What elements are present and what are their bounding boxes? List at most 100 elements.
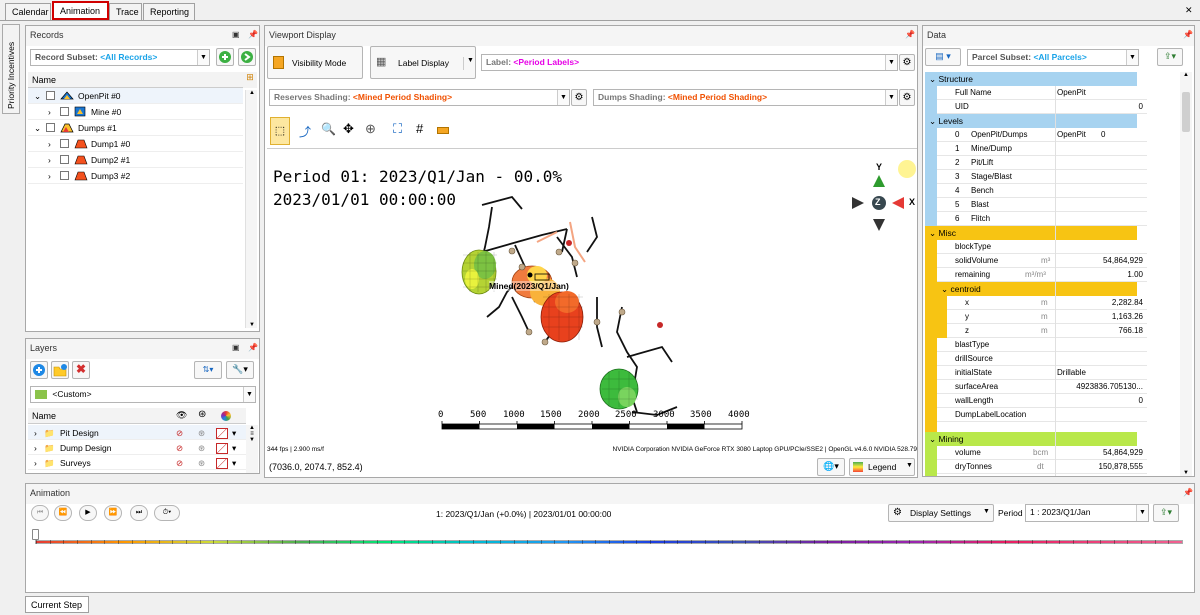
timeline-tick — [472, 540, 474, 544]
viewport-canvas[interactable]: Period 01: 2023/Q1/Jan - 00.0% 2023/01/0… — [267, 157, 917, 457]
fps-readout: 344 fps | 2.900 ms/f — [267, 446, 324, 453]
legend-button[interactable]: Legend ▼ — [849, 458, 915, 476]
timeline-tick — [1018, 540, 1020, 544]
tree-row-dump3[interactable]: › Dump3 #2 — [28, 168, 243, 184]
group-mining[interactable]: ⌄ Mining — [925, 432, 1137, 446]
step-back-button[interactable]: ⏪ — [54, 505, 72, 521]
float-icon[interactable]: ▣ — [232, 343, 240, 352]
tab-calendar[interactable]: Calendar — [5, 3, 51, 20]
playback-speed-button[interactable]: ⏱▾ — [154, 505, 180, 521]
animation-title: Animation — [26, 484, 1194, 504]
tab-reporting[interactable]: Reporting — [143, 3, 195, 20]
period-export-button[interactable]: ⇪▾ — [1153, 504, 1179, 522]
zoom-extents-icon[interactable]: ⛶ — [393, 121, 402, 137]
group-misc[interactable]: ⌄ Misc — [925, 226, 1137, 240]
timeline-tick — [704, 540, 706, 544]
data-scrollbar[interactable]: ▲ ▼ — [1180, 72, 1192, 476]
pin-icon[interactable]: 📌 — [1183, 488, 1193, 497]
layer-row-dump-design[interactable]: › 📁 Dump Design ⊘ ⊛ ▾ — [28, 440, 246, 455]
dumps-settings-button[interactable]: ⚙ — [899, 89, 915, 106]
layer-preset-combo[interactable]: <Custom> ▼ — [30, 386, 256, 403]
zoom-tool-icon[interactable]: 🔍 — [321, 122, 336, 136]
timeline-tick — [145, 540, 147, 544]
view-options-button[interactable]: 🌐▾ — [817, 458, 845, 476]
timeline-tick — [404, 540, 406, 544]
add-layer-button[interactable] — [30, 361, 48, 379]
step-forward-button[interactable]: ⏩ — [104, 505, 122, 521]
timeline-tick — [991, 540, 992, 544]
timeline-tick — [1086, 540, 1088, 544]
pin-icon[interactable]: 📌 — [1183, 30, 1193, 39]
pin-icon[interactable]: 📌 — [248, 343, 258, 352]
timeline-tick — [363, 540, 365, 544]
records-scrollbar[interactable]: ▲ ▼ — [245, 90, 257, 328]
orbit-tool-icon[interactable]: ⊕ — [365, 121, 376, 137]
skip-end-button[interactable]: ⏭ — [130, 505, 148, 521]
reserves-shading-combo[interactable]: Reserves Shading: <Mined Period Shading>… — [269, 89, 570, 106]
timeline-track[interactable] — [35, 540, 1183, 544]
dumps-shading-combo[interactable]: Dumps Shading: <Mined Period Shading> ▼ — [593, 89, 898, 106]
sort-button[interactable]: ⇅▾ — [194, 361, 222, 379]
timeline-tick — [240, 540, 242, 544]
label-combo[interactable]: Label: <Period Labels> ▼ — [481, 54, 898, 71]
period-label: Period — [998, 508, 1023, 518]
layer-row-pit-design[interactable]: › 📁 Pit Design ⊘ ⊛ ▾ — [28, 425, 246, 440]
display-settings-button[interactable]: ⚙ Display Settings ▼ — [888, 504, 994, 522]
timeline-tick — [458, 540, 460, 544]
data-grid-button[interactable]: ▤ ▾ — [925, 48, 961, 66]
select-tool-button[interactable]: ⬚ — [270, 117, 290, 145]
animation-status: 1: 2023/Q1/Jan (+0.0%) | 2023/01/01 00:0… — [436, 509, 612, 519]
tree-row-dump1[interactable]: › Dump1 #0 — [28, 136, 243, 152]
tree-row-openpit[interactable]: ⌄ OpenPit #0 — [28, 88, 243, 104]
tab-current-step[interactable]: Current Step — [25, 596, 89, 613]
label-settings-button[interactable]: ⚙ — [899, 54, 915, 71]
tree-row-mine[interactable]: › Mine #0 — [28, 104, 243, 120]
rotate-tool-icon[interactable]: ⤴ — [299, 123, 311, 140]
float-icon[interactable]: ▣ — [232, 30, 240, 39]
record-subset-combo[interactable]: Record Subset: <All Records> ▼ — [30, 49, 210, 66]
column-chooser-icon[interactable]: ⊞ — [243, 72, 257, 88]
tab-animation[interactable]: Animation — [52, 1, 109, 20]
delete-layer-button[interactable]: ✖ — [72, 361, 90, 379]
ruler-icon[interactable] — [437, 127, 449, 134]
timeline-tick — [117, 540, 119, 544]
period-combo[interactable]: 1 : 2023/Q1/Jan ▼ — [1025, 504, 1149, 522]
timeline-tick — [909, 540, 911, 544]
top-pin-icon[interactable]: ✕ — [1185, 5, 1193, 16]
grid-icon[interactable]: # — [416, 121, 423, 136]
play-button[interactable]: ▶ — [79, 505, 97, 521]
pan-tool-icon[interactable]: ✥ — [343, 121, 354, 137]
timeline-tick — [36, 540, 37, 544]
visibility-mode-button[interactable]: Visibility Mode — [267, 46, 363, 79]
timeline-tick — [1072, 540, 1074, 544]
export-button[interactable]: ⇪▾ — [1157, 48, 1183, 66]
label-display-button[interactable]: ▦ Label Display ▼ — [370, 46, 476, 79]
scale-bar-labels: 0 500 1000 1500 2000 2500 3000 3500 4000 — [438, 410, 750, 420]
timeline-tick — [1100, 540, 1102, 544]
timeline-tick — [308, 540, 310, 544]
add-record-button[interactable] — [216, 48, 234, 66]
group-centroid[interactable]: ⌄ centroid — [937, 282, 1137, 296]
timeline-tick — [1031, 540, 1033, 544]
next-record-button[interactable] — [238, 48, 256, 66]
skip-start-button[interactable]: ⏮ — [31, 505, 49, 521]
layers-column-header: Name 👁 ⊛ — [28, 408, 246, 424]
tree-row-dumps[interactable]: ⌄ Dumps #1 — [28, 120, 243, 136]
timeline-tick — [349, 540, 351, 544]
parcel-subset-combo[interactable]: Parcel Subset: <All Parcels> ▼ — [967, 49, 1139, 66]
group-structure[interactable]: ⌄ Structure — [925, 72, 1137, 86]
reserves-settings-button[interactable]: ⚙ — [571, 89, 587, 106]
layers-scrollbar[interactable]: ▲ ≡ ▼ — [246, 425, 258, 473]
tab-trace[interactable]: Trace — [109, 3, 142, 20]
tree-row-dump2[interactable]: › Dump2 #1 — [28, 152, 243, 168]
timeline-tick — [963, 540, 965, 544]
add-folder-button[interactable] — [51, 361, 69, 379]
side-tab-priority-incentives[interactable]: Priority Incentives — [2, 24, 20, 114]
timeline-tick — [295, 540, 297, 544]
pin-icon[interactable]: 📌 — [905, 30, 915, 39]
tools-button[interactable]: 🔧▾ — [226, 361, 254, 379]
group-levels[interactable]: ⌄ Levels — [925, 114, 1137, 128]
pin-icon[interactable]: 📌 — [248, 30, 258, 39]
timeline-slider-handle[interactable] — [32, 529, 39, 540]
layer-row-surveys[interactable]: › 📁 Surveys ⊘ ⊛ ▾ — [28, 455, 246, 470]
